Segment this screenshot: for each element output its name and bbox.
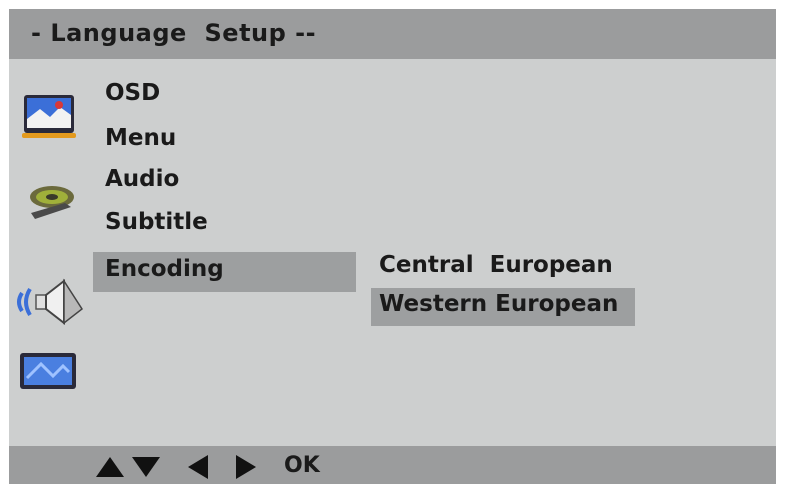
menu-item-audio[interactable]: Audio — [105, 166, 179, 192]
screen-icon[interactable] — [19, 352, 79, 392]
language-setup-screen: - Language Setup -- OSD Menu Audio Subti… — [9, 9, 776, 484]
disc-audio-icon[interactable] — [25, 177, 79, 225]
speaker-icon[interactable] — [14, 275, 86, 329]
menu-item-menu[interactable]: Menu — [105, 125, 176, 151]
page-title: - Language Setup -- — [31, 19, 317, 47]
menu-item-subtitle[interactable]: Subtitle — [105, 209, 208, 235]
submenu-option-western-european[interactable]: Western European — [371, 288, 635, 326]
footer-bar: OK — [9, 446, 776, 484]
left-arrow-icon — [188, 455, 208, 479]
right-arrow-icon — [236, 455, 256, 479]
menu-item-encoding-label: Encoding — [105, 256, 224, 282]
menu-item-osd[interactable]: OSD — [105, 80, 160, 106]
up-arrow-icon — [96, 457, 124, 477]
submenu-option-western-european-label: Western European — [379, 291, 619, 317]
down-arrow-icon — [132, 457, 160, 477]
title-bar: - Language Setup -- — [9, 9, 776, 59]
submenu-option-central-european[interactable]: Central European — [379, 252, 613, 278]
ok-label: OK — [284, 453, 320, 478]
language-setup-icon[interactable] — [22, 91, 78, 141]
nav-arrows — [96, 455, 276, 479]
menu-item-encoding[interactable]: Encoding — [93, 252, 356, 292]
